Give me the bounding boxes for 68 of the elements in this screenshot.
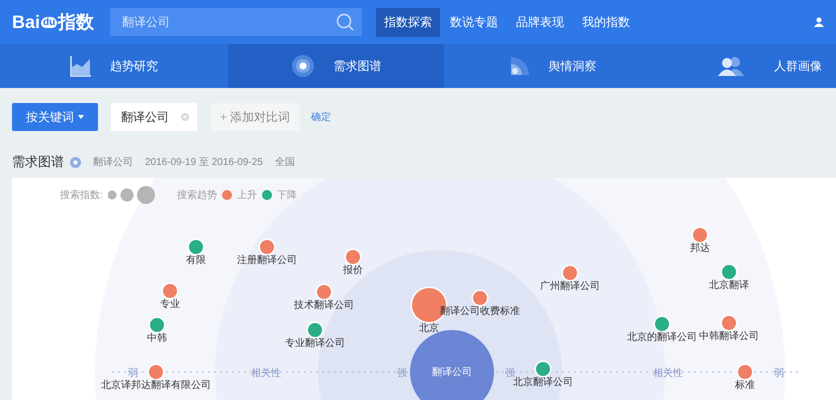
date-range-text: 2016-09-19 至 2016-09-25 bbox=[145, 156, 263, 169]
people-icon bbox=[718, 56, 744, 76]
term-bubble[interactable] bbox=[722, 316, 736, 330]
term-bubble[interactable] bbox=[260, 240, 274, 254]
legend-label: 搜索指数: bbox=[60, 188, 103, 202]
clear-icon[interactable] bbox=[181, 113, 189, 121]
signal-wave-icon bbox=[508, 55, 531, 77]
term-label: 广州翻译公司 bbox=[540, 281, 600, 293]
term-bubble[interactable] bbox=[473, 291, 487, 305]
nav-tab[interactable]: 数说专题 bbox=[442, 8, 506, 36]
term-bubble[interactable] bbox=[189, 240, 203, 254]
caret-icon bbox=[78, 115, 84, 119]
term-label: 专业翻译公司 bbox=[285, 338, 345, 350]
term-bubble[interactable] bbox=[346, 250, 360, 264]
bubble-size-legend-icon bbox=[108, 186, 156, 204]
legend-label: 下降 bbox=[276, 189, 297, 202]
axis-label: 强 bbox=[397, 367, 407, 380]
section-title: 需求图谱 bbox=[12, 153, 64, 171]
term-label: 北京译邦达翻译有限公司 bbox=[101, 380, 211, 392]
term-bubble[interactable] bbox=[722, 265, 736, 279]
term-bubble[interactable] bbox=[536, 362, 550, 376]
section-tab[interactable]: 人群画像 bbox=[660, 44, 836, 88]
keyword-field[interactable]: 翻译公司 bbox=[111, 103, 197, 131]
term-label: 邦达 bbox=[690, 243, 710, 255]
term-bubble[interactable] bbox=[317, 285, 331, 299]
term-label: 北京翻译 bbox=[709, 280, 749, 292]
term-bubble[interactable] bbox=[563, 266, 577, 280]
user-icon[interactable] bbox=[814, 17, 824, 27]
add-compare-button[interactable]: + 添加对比词 bbox=[210, 103, 300, 131]
term-label: 北京翻译公司 bbox=[513, 377, 573, 389]
term-label: 北京的翻译公司 bbox=[627, 332, 697, 344]
nav-tab[interactable]: 品牌表现 bbox=[508, 8, 572, 36]
term-bubble[interactable] bbox=[693, 228, 707, 242]
confirm-link[interactable]: 确定 bbox=[311, 110, 332, 124]
area-chart-icon bbox=[70, 55, 92, 77]
axis-label: 相关性 bbox=[653, 366, 683, 380]
region-text: 全国 bbox=[274, 156, 295, 169]
section-tab[interactable]: 舆情洞察 bbox=[444, 44, 661, 88]
axis-label: 弱 bbox=[128, 367, 138, 380]
term-label: 报价 bbox=[343, 265, 363, 277]
nav-tab[interactable]: 我的指数 bbox=[574, 8, 638, 36]
term-bubble[interactable] bbox=[150, 318, 164, 332]
term-label: 中韩翻译公司 bbox=[699, 331, 759, 343]
term-label: 专业 bbox=[160, 299, 180, 311]
keyword-text: 翻译公司 bbox=[93, 156, 133, 169]
axis-label: 弱 bbox=[774, 367, 784, 380]
axis-label: 相关性 bbox=[251, 366, 281, 380]
term-label: 注册翻译公司 bbox=[237, 255, 297, 267]
keyword-mode-button[interactable]: 按关键词 bbox=[12, 103, 98, 131]
term-label: 标准 bbox=[735, 380, 755, 392]
search-field[interactable]: 翻译公司 bbox=[110, 8, 362, 36]
term-label: 中韩 bbox=[147, 333, 167, 345]
legend-label: 上升 bbox=[236, 188, 257, 202]
axis-label: 强 bbox=[505, 367, 515, 379]
search-icon[interactable] bbox=[336, 13, 354, 31]
term-label: 技术翻译公司 bbox=[294, 300, 354, 312]
term-bubble[interactable] bbox=[149, 365, 163, 379]
term-bubble[interactable] bbox=[163, 284, 177, 298]
term-bubble[interactable] bbox=[308, 323, 322, 337]
term-bubble[interactable] bbox=[655, 317, 669, 331]
term-bubble[interactable] bbox=[738, 365, 752, 379]
section-tab[interactable]: 趋势研究 bbox=[0, 44, 228, 88]
nav-tab[interactable]: 指数探索 bbox=[376, 8, 440, 36]
target-icon bbox=[291, 54, 316, 78]
term-label: 有限 bbox=[186, 255, 206, 267]
legend-label: 搜索趋势 bbox=[176, 188, 217, 202]
help-icon[interactable] bbox=[70, 156, 81, 168]
section-tab[interactable]: 需求图谱 bbox=[228, 44, 444, 88]
